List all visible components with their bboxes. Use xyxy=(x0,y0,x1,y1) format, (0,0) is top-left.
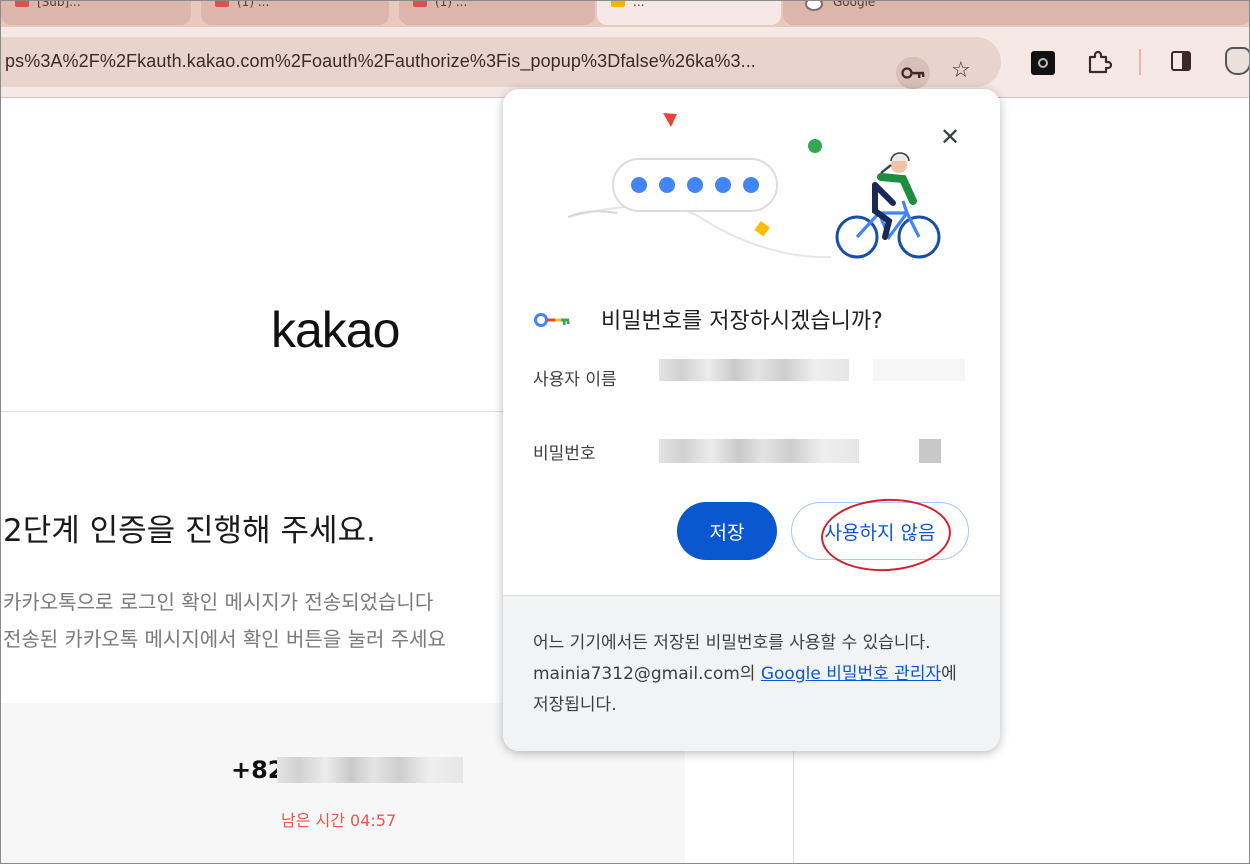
password-label: 비밀번호 xyxy=(533,444,596,464)
redacted-password xyxy=(659,439,859,463)
tab-1[interactable]: [Sub]... xyxy=(1,1,191,25)
redacted-username xyxy=(659,359,849,381)
profile-icon[interactable] xyxy=(1225,47,1249,75)
side-panel-icon[interactable] xyxy=(1171,51,1191,71)
page-heading: 2단계 인증을 진행해 주세요. xyxy=(3,513,376,549)
username-label: 사용자 이름 xyxy=(533,370,617,390)
tab-favicon xyxy=(611,1,625,7)
tab-strip: [Sub]... (1) ... (1) ... ... Google xyxy=(1,1,1249,27)
toolbar-separator xyxy=(1139,49,1141,75)
description-line-2: 전송된 카카오톡 메시지에서 확인 버튼을 눌러 주세요 xyxy=(3,627,446,651)
tab-3[interactable]: (1) ... xyxy=(399,1,595,25)
save-button[interactable]: 저장 xyxy=(677,502,777,560)
key-icon xyxy=(901,67,925,79)
address-bar[interactable]: ps%3A%2F%2Fkauth.kakao.com%2Foauth%2Faut… xyxy=(1,37,1001,89)
password-field[interactable] xyxy=(659,427,989,477)
description-line-1: 카카오톡으로 로그인 확인 메시지가 전송되었습니다 xyxy=(3,590,434,614)
kakao-logo: kakao xyxy=(271,302,400,358)
redacted-username-tail xyxy=(873,359,965,381)
tab-title: ... xyxy=(633,1,645,9)
dialog-title: 비밀번호를 저장하시겠습니까? xyxy=(601,309,883,334)
tab-title: (1) ... xyxy=(237,1,270,9)
password-illustration xyxy=(567,113,941,259)
tab-favicon xyxy=(215,1,229,7)
tab-title: (1) ... xyxy=(435,1,468,9)
username-field[interactable] xyxy=(659,347,989,397)
tab-2[interactable]: (1) ... xyxy=(201,1,389,25)
tab-google[interactable]: Google xyxy=(783,1,1249,25)
dialog-footer: 어느 기기에서든 저장된 비밀번호를 사용할 수 있습니다. mainia731… xyxy=(503,595,1000,751)
remaining-time: 남은 시간 04:57 xyxy=(281,811,397,830)
tab-active[interactable]: ... xyxy=(597,1,781,25)
tab-favicon xyxy=(413,1,427,7)
never-button[interactable]: 사용하지 않음 xyxy=(791,502,969,560)
url-text[interactable]: ps%3A%2F%2Fkauth.kakao.com%2Foauth%2Faut… xyxy=(5,51,756,72)
key-icon xyxy=(534,313,570,327)
password-manager-link[interactable]: Google 비밀번호 관리자 xyxy=(761,664,941,684)
puzzle-icon[interactable] xyxy=(1086,49,1112,75)
tab-title: Google xyxy=(833,1,876,9)
footer-text: 어느 기기에서든 저장된 비밀번호를 사용할 수 있습니다. mainia731… xyxy=(533,628,973,721)
browser-window: [Sub]... (1) ... (1) ... ... Google ps%3… xyxy=(0,0,1250,864)
google-favicon xyxy=(805,1,823,11)
page-divider xyxy=(1,411,521,412)
extension-icon[interactable] xyxy=(1031,51,1055,75)
star-icon[interactable]: ☆ xyxy=(951,60,971,82)
redacted-phone xyxy=(277,757,463,783)
toolbar: ps%3A%2F%2Fkauth.kakao.com%2Foauth%2Faut… xyxy=(1,27,1249,98)
password-key-button[interactable] xyxy=(896,57,930,89)
redacted-password-end xyxy=(919,439,941,463)
tab-title: [Sub]... xyxy=(37,1,81,9)
save-password-dialog: ✕ 비밀번호를 저장하시겠습니까? 사용자 이름 비밀번호 저장 사용하지 않음… xyxy=(503,89,1000,751)
tab-favicon xyxy=(15,1,29,7)
